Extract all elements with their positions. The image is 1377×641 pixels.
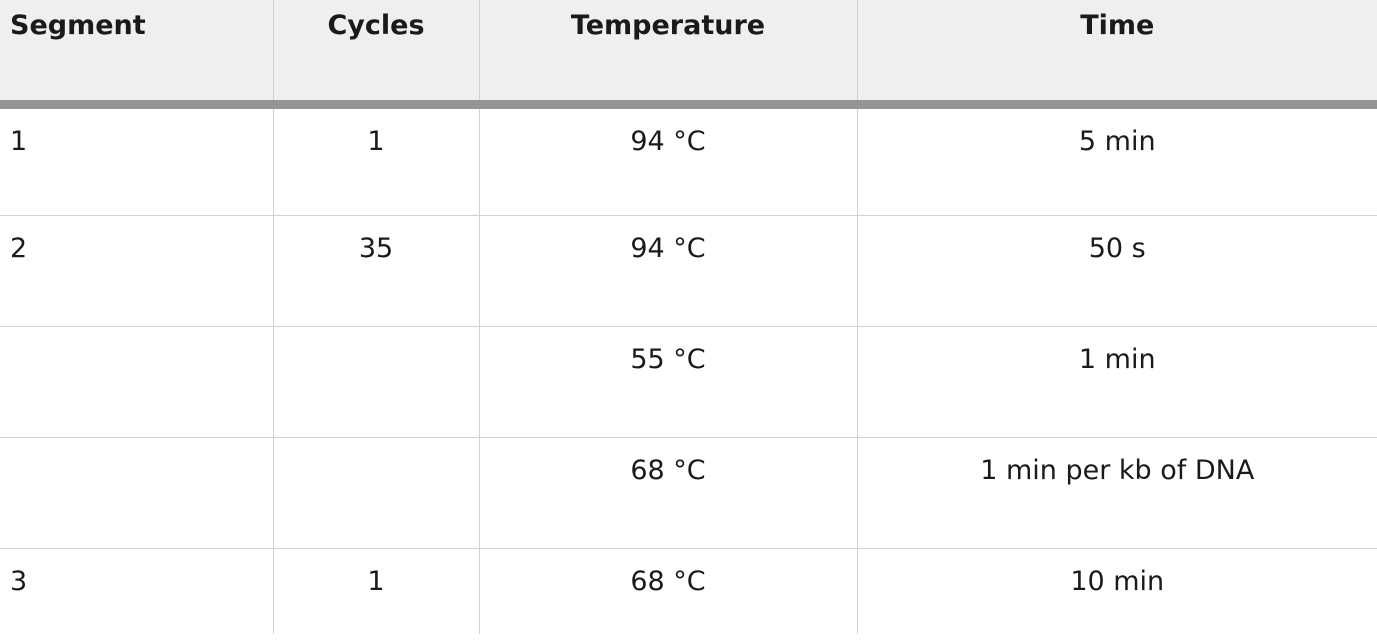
- pcr-program-table: Segment Cycles Temperature Time 1 1 94 °…: [0, 0, 1377, 634]
- cell-segment: 1: [0, 104, 273, 216]
- cell-cycles: 1: [272, 548, 479, 634]
- table-row: 2 35 94 °C 50 s: [0, 215, 1377, 327]
- table-body: 1 1 94 °C 5 min 2 35 94 °C 50 s 55 °C 1 …: [0, 104, 1377, 634]
- cell-temperature: 55 °C: [478, 326, 857, 438]
- table-header: Segment Cycles Temperature Time: [0, 0, 1377, 109]
- cell-temperature: 68 °C: [478, 548, 857, 634]
- table-row: 55 °C 1 min: [0, 326, 1377, 438]
- cell-temperature: 94 °C: [478, 215, 857, 327]
- header-segment: Segment: [0, 0, 273, 109]
- cell-segment: [0, 326, 273, 438]
- cell-temperature: 68 °C: [478, 437, 857, 549]
- header-cycles: Cycles: [272, 0, 479, 109]
- cell-cycles: 35: [272, 215, 479, 327]
- table-row: 3 1 68 °C 10 min: [0, 548, 1377, 634]
- header-temperature: Temperature: [478, 0, 857, 109]
- cell-time: 1 min per kb of DNA: [856, 437, 1377, 549]
- cell-segment: [0, 437, 273, 549]
- cell-segment: 3: [10, 565, 28, 597]
- cell-time: 50 s: [856, 215, 1377, 327]
- cell-segment: 2: [0, 215, 273, 327]
- header-row: Segment Cycles Temperature Time: [0, 0, 1377, 109]
- cell-cycles: [272, 437, 479, 549]
- cell-time: 10 min: [856, 548, 1377, 634]
- cell-time: 1 min: [856, 326, 1377, 438]
- cell-cycles: 1: [272, 104, 479, 216]
- cell-temperature: 94 °C: [478, 104, 857, 216]
- cell-cycles: [272, 326, 479, 438]
- cell-time: 5 min: [856, 104, 1377, 216]
- header-time: Time: [856, 0, 1377, 109]
- table-row: 68 °C 1 min per kb of DNA: [0, 437, 1377, 549]
- table-row: 1 1 94 °C 5 min: [0, 104, 1377, 216]
